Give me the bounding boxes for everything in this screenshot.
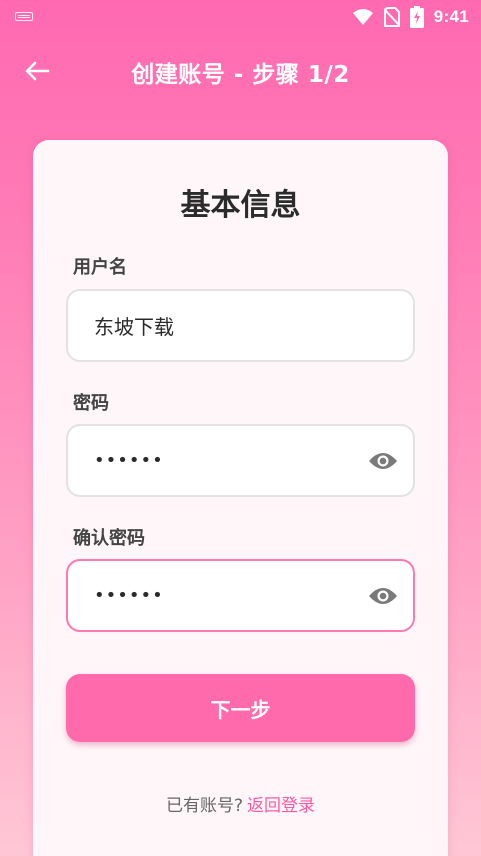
no-sim-icon <box>383 7 400 27</box>
login-prompt: 已有账号? 返回登录 <box>33 791 448 816</box>
username-input[interactable] <box>94 291 354 360</box>
keyboard-icon <box>15 12 33 21</box>
status-icons: 9:41 <box>352 6 469 28</box>
status-time: 9:41 <box>433 7 469 26</box>
confirm-password-label: 确认密码 <box>73 528 145 549</box>
eye-icon <box>369 453 397 469</box>
password-visibility-toggle[interactable] <box>367 447 399 475</box>
back-to-login-link[interactable]: 返回登录 <box>247 796 315 816</box>
password-input[interactable] <box>94 426 354 495</box>
password-label: 密码 <box>73 393 109 414</box>
section-title: 基本信息 <box>180 188 301 223</box>
username-label: 用户名 <box>73 257 127 278</box>
status-bar: 9:41 <box>0 0 481 34</box>
wifi-icon <box>352 9 373 25</box>
app-bar: 创建账号 - 步骤 1/2 <box>0 38 481 104</box>
form-card: 基本信息 用户名 密码 确认密码 下一步 已有账号?返回登录 <box>33 140 448 856</box>
password-field[interactable] <box>66 424 415 497</box>
next-button[interactable]: 下一步 <box>66 674 415 742</box>
confirm-password-field[interactable] <box>66 559 415 632</box>
battery-charging-icon <box>409 6 424 28</box>
eye-icon <box>369 588 397 604</box>
page-title: 创建账号 - 步骤 1/2 <box>131 62 350 88</box>
login-prompt-text: 已有账号? <box>165 796 244 816</box>
confirm-password-input[interactable] <box>94 561 354 630</box>
username-field[interactable] <box>66 289 415 362</box>
confirm-password-visibility-toggle[interactable] <box>367 582 399 610</box>
